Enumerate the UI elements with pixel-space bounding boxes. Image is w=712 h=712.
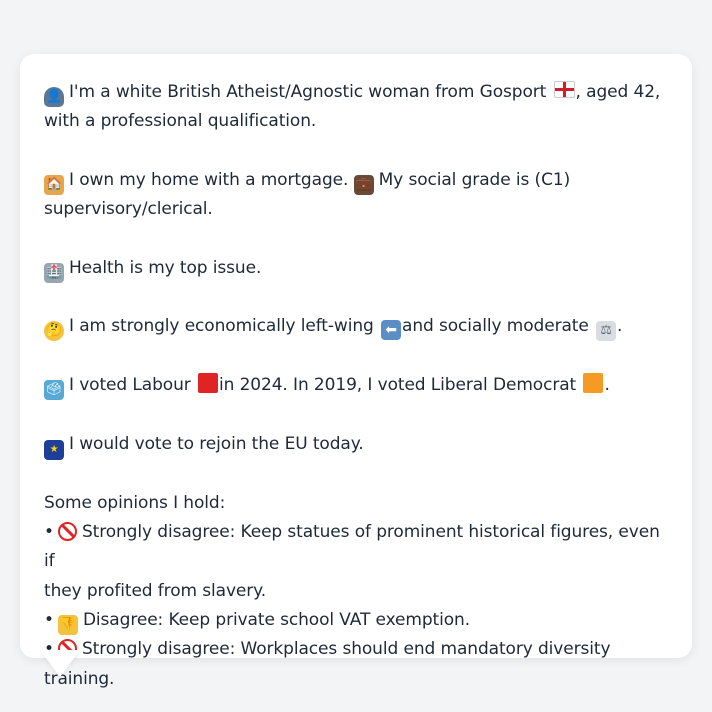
opinion-item: • Strongly disagree: Keep statues of prom…	[44, 518, 668, 577]
vote-2024-text: I voted Labour	[69, 374, 191, 395]
thinking-face-icon: 🤔	[44, 321, 64, 342]
opinion-item: • 👎 Disagree: Keep private school VAT exem…	[44, 606, 668, 636]
identity-paragraph: 👤 I'm a white British Atheist/Agnostic wo…	[44, 78, 668, 137]
grade-text: My social grade is (C1)	[378, 169, 571, 190]
identity-line-1: 👤 I'm a white British Atheist/Agnostic wo…	[44, 78, 668, 107]
eu-text: I would vote to rejoin the EU today.	[69, 433, 364, 454]
person-icon: 👤	[44, 87, 64, 107]
scales-icon: ⚖	[596, 321, 617, 342]
home-text: I own my home with a mortgage.	[69, 169, 349, 190]
persona-content: 👤 I'm a white British Atheist/Agnostic wo…	[44, 78, 668, 694]
prohibited-icon	[57, 522, 77, 542]
ideology-economic-text: I am strongly economically left-wing	[69, 316, 374, 337]
opinions-section: Some opinions I hold: • Strongly disagree…	[44, 489, 668, 694]
opinions-heading: Some opinions I hold:	[44, 492, 226, 513]
home-paragraph: 🏠 I own my home with a mortgage. 💼 My soci…	[44, 166, 668, 225]
opinion-text: Strongly disagree: Keep statues of promi…	[44, 522, 660, 572]
left-arrow-icon: ⬅	[381, 320, 402, 341]
england-flag-icon	[553, 81, 575, 98]
persona-message-bubble: 👤 I'm a white British Atheist/Agnostic wo…	[20, 54, 692, 689]
ideology-line: 🤔 I am strongly economically left-wing ⬅ a…	[44, 312, 668, 342]
identity-qualification: with a professional qualification.	[44, 111, 317, 132]
orange-square-icon	[583, 372, 604, 393]
eu-flag-icon: ★	[44, 439, 64, 460]
ideology-social-text: and socially moderate	[402, 316, 589, 337]
vote-end: .	[604, 374, 610, 395]
grade-continuation: supervisory/clerical.	[44, 199, 213, 220]
voting-paragraph: 🗳 I voted Labour in 2024. In 2019, I vote…	[44, 371, 668, 400]
health-paragraph: 🏥 Health is my top issue.	[44, 254, 668, 283]
vote-2019-text: in 2024. In 2019, I voted Liberal Democr…	[218, 374, 577, 395]
health-line: 🏥 Health is my top issue.	[44, 254, 668, 283]
hospital-icon: 🏥	[44, 262, 64, 283]
thumbs-down-icon: 👎	[57, 615, 78, 636]
house-icon: 🏠	[44, 174, 64, 195]
opinion-text: Disagree: Keep private school VAT exempt…	[82, 610, 471, 631]
opinion-item: • Strongly disagree: Workplaces should en…	[44, 635, 668, 694]
red-square-icon	[197, 372, 218, 393]
opinion-continuation: they profited from slavery.	[44, 580, 267, 601]
identity-text: I'm a white British Atheist/Agnostic wom…	[69, 82, 547, 102]
ideology-end: .	[617, 316, 623, 337]
bullet-marker: •	[44, 610, 54, 631]
home-line-1: 🏠 I own my home with a mortgage. 💼 My soci…	[44, 166, 668, 195]
eu-line: ★ I would vote to rejoin the EU today.	[44, 430, 668, 460]
opinion-text: Strongly disagree: Workplaces should end…	[44, 639, 611, 689]
ballot-box-icon: 🗳	[44, 379, 64, 400]
health-text: Health is my top issue.	[69, 257, 262, 278]
identity-age: , aged 42,	[575, 82, 661, 102]
bubble-tail	[40, 650, 80, 677]
ideology-paragraph: 🤔 I am strongly economically left-wing ⬅ a…	[44, 312, 668, 342]
voting-line: 🗳 I voted Labour in 2024. In 2019, I vote…	[44, 371, 668, 400]
briefcase-icon: 💼	[353, 174, 374, 195]
bullet-marker: •	[44, 522, 54, 543]
eu-paragraph: ★ I would vote to rejoin the EU today.	[44, 430, 668, 460]
